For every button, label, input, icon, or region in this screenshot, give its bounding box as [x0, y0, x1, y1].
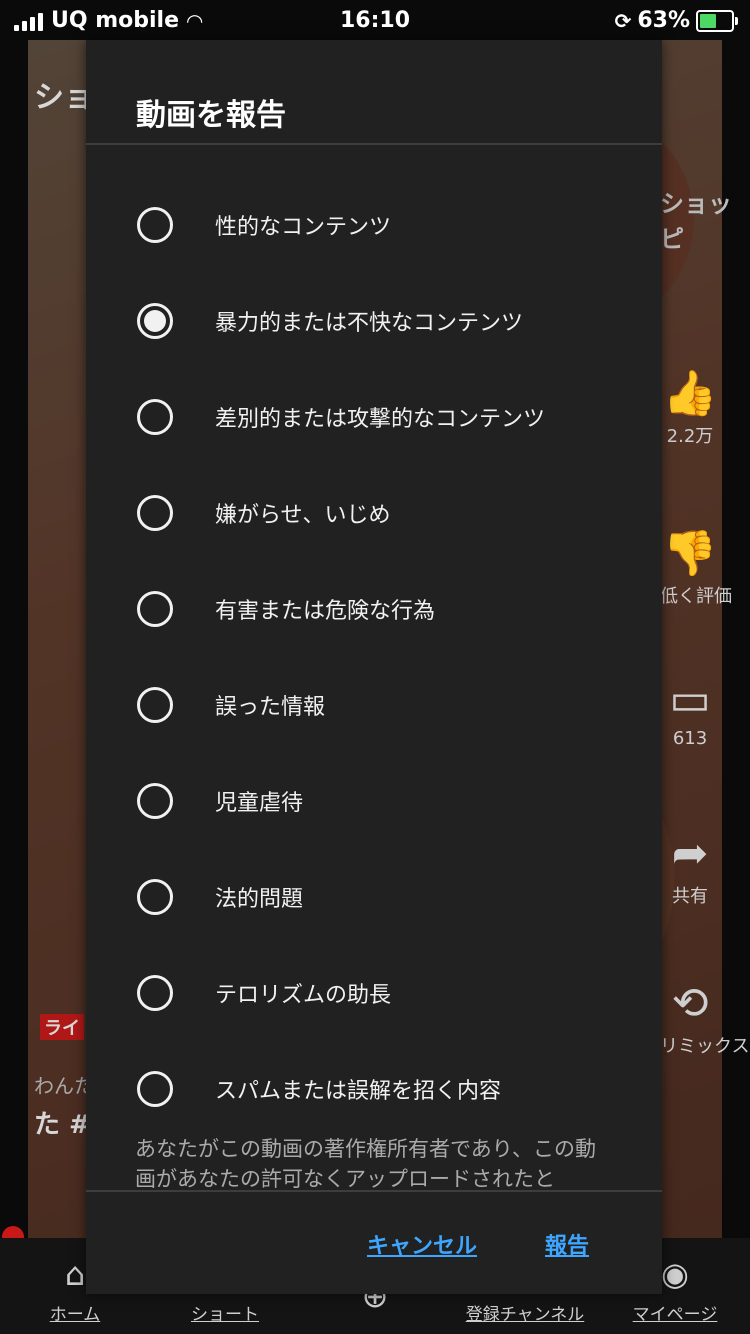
report-option-label: 法的問題	[215, 887, 304, 912]
dialog-actions: キャンセル 報告	[86, 1192, 662, 1294]
radio-selected-icon[interactable]	[137, 303, 173, 339]
side-action-comment[interactable]: ▭ 613	[660, 674, 720, 750]
report-option-label: 誤った情報	[215, 695, 326, 720]
side-action-remix[interactable]: ⟲ リミックス	[660, 978, 750, 1058]
status-bar: UQ mobile ◠ 16:10 ⟳ 63%	[0, 0, 750, 40]
side-action-thumbs-down[interactable]: 👎 低く評価	[660, 528, 732, 608]
report-option[interactable]: 有害または危険な行為	[86, 569, 662, 649]
status-right: ⟳ 63%	[614, 8, 738, 33]
radio-unselected-icon[interactable]	[137, 1071, 173, 1107]
thumbs-down-icon: 👎	[662, 528, 718, 579]
battery-icon	[696, 9, 738, 32]
rotation-lock-icon: ⟳	[614, 8, 632, 33]
side-action-label: 613	[672, 728, 708, 749]
radio-unselected-icon[interactable]	[137, 687, 173, 723]
copyright-disclaimer: あなたがこの動画の著作権所有者であり、この動画があなたの許可なくアップロードされ…	[135, 1137, 596, 1190]
side-action-label: リミックス	[660, 1036, 750, 1057]
caption-line-2: た #	[34, 1110, 91, 1140]
radio-unselected-icon[interactable]	[137, 207, 173, 243]
radio-unselected-icon[interactable]	[137, 399, 173, 435]
remix-icon: ⟲	[671, 978, 709, 1029]
report-option-label: 嫌がらせ、いじめ	[215, 503, 391, 528]
report-option[interactable]: 誤った情報	[86, 665, 662, 745]
report-option[interactable]: 法的問題	[86, 857, 662, 937]
header-text: ショ	[34, 80, 94, 115]
share-icon: ➦	[671, 828, 709, 879]
radio-unselected-icon[interactable]	[137, 879, 173, 915]
report-option[interactable]: 差別的または攻撃的なコンテンツ	[86, 377, 662, 457]
side-action-thumbs-up[interactable]: 👍 2.2万	[660, 370, 720, 448]
report-option-label: 暴力的または不快なコンテンツ	[215, 311, 524, 336]
report-option[interactable]: 児童虐待	[86, 761, 662, 841]
report-option[interactable]: スパムまたは誤解を招く内容	[86, 1049, 662, 1129]
channel-live-badge[interactable]: ライ	[40, 1014, 84, 1040]
report-button[interactable]: 報告	[545, 1228, 589, 1260]
report-option-label: 有害または危険な行為	[215, 599, 436, 624]
radio-unselected-icon[interactable]	[137, 591, 173, 627]
side-action-label: 低く評価	[660, 586, 732, 607]
side-action-label: 2.2万	[666, 426, 714, 447]
caption-line-1: わんた	[34, 1074, 94, 1098]
thumbs-up-icon: 👍	[662, 368, 718, 419]
report-option-label: 児童虐待	[215, 791, 304, 816]
dialog-title: 動画を報告	[136, 98, 286, 133]
battery-percent: 63%	[637, 8, 690, 33]
shopping-tag[interactable]: ショッピ	[660, 184, 750, 254]
radio-unselected-icon[interactable]	[137, 975, 173, 1011]
report-option-label: 差別的または攻撃的なコンテンツ	[215, 407, 546, 432]
comment-icon: ▭	[669, 674, 711, 725]
cancel-button[interactable]: キャンセル	[367, 1228, 477, 1260]
report-option-label: スパムまたは誤解を招く内容	[215, 1079, 502, 1104]
report-option[interactable]: 暴力的または不快なコンテンツ	[86, 281, 662, 361]
report-option[interactable]: テロリズムの助長	[86, 953, 662, 1033]
report-option-label: テロリズムの助長	[215, 983, 392, 1008]
radio-unselected-icon[interactable]	[137, 783, 173, 819]
report-option[interactable]: 嫌がらせ、いじめ	[86, 473, 662, 553]
report-option-label: 性的なコンテンツ	[215, 215, 392, 240]
radio-unselected-icon[interactable]	[137, 495, 173, 531]
side-action-share[interactable]: ➦ 共有	[660, 830, 720, 908]
report-option[interactable]: 性的なコンテンツ	[86, 185, 662, 265]
report-video-dialog: 動画を報告 性的なコンテンツ暴力的または不快なコンテンツ 差別的または攻撃的なコン…	[86, 40, 662, 1294]
header-divider	[86, 143, 662, 145]
side-action-label: 共有	[672, 886, 708, 907]
